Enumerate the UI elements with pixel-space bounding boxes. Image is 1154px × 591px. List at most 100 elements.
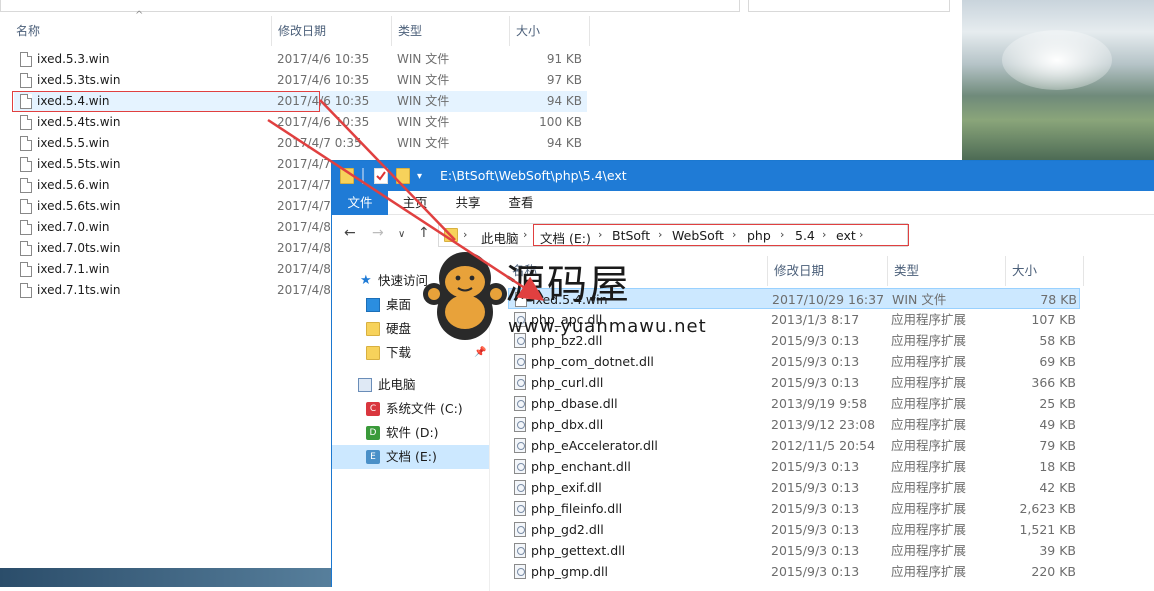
back-arrow-icon[interactable]: ← [344, 225, 356, 241]
list-item[interactable]: php_gmp.dll 2015/9/3 0:13 应用程序扩展 220 KB [508, 561, 1080, 582]
pin-icon[interactable]: 📌 [474, 341, 486, 365]
chevron-right-icon[interactable]: › [859, 228, 863, 241]
column-type[interactable]: 类型 [888, 256, 1006, 286]
nav-drive-e[interactable]: E 文档 (E:) [332, 445, 489, 469]
file-date: 2013/1/3 8:17 [771, 312, 860, 327]
dll-file-icon [514, 354, 526, 369]
nav-drive-d[interactable]: D 软件 (D:) [332, 421, 489, 445]
properties-icon[interactable] [374, 168, 388, 184]
file-type: WIN 文件 [397, 115, 450, 129]
file-size: 18 KB [1039, 459, 1076, 474]
nav-this-pc[interactable]: 此电脑 [332, 373, 489, 397]
list-item[interactable]: ixed.5.4ts.win 2017/4/6 10:35 WIN 文件 100 KB [14, 112, 587, 133]
list-item[interactable]: php_gettext.dll 2015/9/3 0:13 应用程序扩展 39 KB [508, 540, 1080, 561]
file-date: 2017/4/8 [277, 220, 331, 234]
list-item[interactable]: php_eAccelerator.dll 2012/11/5 20:54 应用程序扩… [508, 435, 1080, 456]
bg-column-size[interactable]: 大小 [510, 16, 590, 46]
file-name: ixed.5.5.win [37, 136, 110, 150]
file-name: php_gd2.dll [531, 522, 604, 537]
file-icon [20, 115, 32, 130]
chevron-right-icon[interactable]: › [822, 228, 826, 241]
file-icon [20, 220, 32, 235]
background-search-box[interactable] [748, 0, 950, 12]
folder-icon [444, 228, 458, 242]
breadcrumb-btsoft[interactable]: BtSoft [612, 228, 650, 243]
file-name: ixed.7.1ts.win [37, 283, 121, 297]
drive-icon: C [366, 402, 380, 416]
file-date: 2017/4/7 [277, 178, 331, 192]
dll-file-icon [514, 543, 526, 558]
drive-icon: E [366, 450, 380, 464]
desktop-icon [366, 298, 380, 312]
breadcrumb-this-pc[interactable]: 此电脑 [481, 228, 519, 247]
forward-arrow-icon[interactable]: → [372, 225, 384, 241]
desktop-wallpaper-strip [0, 568, 333, 587]
divider [362, 168, 364, 184]
nav-downloads[interactable]: 下载 📌 [332, 341, 489, 365]
column-size[interactable]: 大小 [1006, 256, 1084, 286]
file-name: php_enchant.dll [531, 459, 631, 474]
file-name: php_dbx.dll [531, 417, 604, 432]
chevron-right-icon[interactable]: › [463, 228, 467, 241]
file-name: ixed.5.5ts.win [37, 157, 121, 171]
window-title: E:\BtSoft\WebSoft\php\5.4\ext [440, 168, 627, 183]
file-name: php_curl.dll [531, 375, 604, 390]
list-item[interactable]: php_fileinfo.dll 2015/9/3 0:13 应用程序扩展 2,623… [508, 498, 1080, 519]
list-item[interactable]: php_gd2.dll 2015/9/3 0:13 应用程序扩展 1,521 KB [508, 519, 1080, 540]
list-item[interactable]: php_enchant.dll 2015/9/3 0:13 应用程序扩展 18 KB [508, 456, 1080, 477]
list-item[interactable]: php_dbase.dll 2013/9/19 9:58 应用程序扩展 25 KB [508, 393, 1080, 414]
file-icon [20, 262, 32, 277]
chevron-right-icon[interactable]: › [598, 228, 602, 241]
file-type: 应用程序扩展 [891, 564, 967, 579]
customize-quick-access-icon[interactable]: ▾ [417, 171, 431, 187]
list-item[interactable]: ixed.5.3.win 2017/4/6 10:35 WIN 文件 91 KB [14, 49, 587, 70]
up-arrow-icon[interactable]: ↑ [418, 225, 430, 241]
file-size: 94 KB [546, 136, 582, 150]
nav-drive-c[interactable]: C 系统文件 (C:) [332, 397, 489, 421]
list-item[interactable]: php_com_dotnet.dll 2015/9/3 0:13 应用程序扩展 69 … [508, 351, 1080, 372]
recent-locations-chevron-icon[interactable]: ∨ [398, 229, 405, 240]
file-icon [20, 157, 32, 172]
list-item[interactable]: php_exif.dll 2015/9/3 0:13 应用程序扩展 42 KB [508, 477, 1080, 498]
tab-home[interactable]: 主页 [390, 191, 440, 215]
breadcrumb-5-4[interactable]: 5.4 [795, 228, 815, 243]
file-size: 39 KB [1039, 543, 1076, 558]
file-type: 应用程序扩展 [891, 543, 967, 558]
file-size: 49 KB [1039, 417, 1076, 432]
file-icon [20, 73, 32, 88]
column-date[interactable]: 修改日期 [768, 256, 888, 286]
file-name: php_gettext.dll [531, 543, 626, 558]
breadcrumb-drive-e[interactable]: 文档 (E:) [540, 228, 591, 247]
bg-column-type[interactable]: 类型 [392, 16, 510, 46]
list-item[interactable]: ixed.5.3ts.win 2017/4/6 10:35 WIN 文件 97 KB [14, 70, 587, 91]
tab-share[interactable]: 共享 [442, 191, 494, 215]
file-date: 2015/9/3 0:13 [771, 543, 860, 558]
file-size: 79 KB [1039, 438, 1076, 453]
chevron-right-icon[interactable]: › [780, 228, 784, 241]
list-item[interactable]: ixed.5.5.win 2017/4/7 0:35 WIN 文件 94 KB [14, 133, 587, 154]
ribbon-tabs: 文件 主页 共享 查看 [332, 191, 1154, 215]
chevron-right-icon[interactable]: › [523, 228, 527, 241]
folder-icon [366, 322, 380, 336]
bg-column-date[interactable]: 修改日期 [272, 16, 392, 46]
bg-column-name[interactable]: 名称 [10, 16, 272, 46]
file-date: 2015/9/3 0:13 [771, 564, 860, 579]
tab-view[interactable]: 查看 [496, 191, 546, 215]
breadcrumb-php[interactable]: php [747, 228, 771, 243]
list-item[interactable]: php_dbx.dll 2013/9/12 23:08 应用程序扩展 49 KB [508, 414, 1080, 435]
breadcrumb-ext[interactable]: ext [836, 228, 856, 243]
file-date: 2015/9/3 0:13 [771, 354, 860, 369]
chevron-right-icon[interactable]: › [732, 228, 736, 241]
chevron-right-icon[interactable]: › [658, 228, 662, 241]
breadcrumb-websoft[interactable]: WebSoft [672, 228, 724, 243]
file-size: 78 KB [1040, 292, 1077, 307]
file-size: 97 KB [546, 73, 582, 87]
file-icon [20, 199, 32, 214]
dll-file-icon [514, 564, 526, 579]
title-bar[interactable]: ▾ E:\BtSoft\WebSoft\php\5.4\ext [332, 161, 1154, 191]
tab-file[interactable]: 文件 [332, 191, 388, 215]
new-folder-icon[interactable] [396, 168, 410, 184]
dll-file-icon [514, 396, 526, 411]
list-item[interactable]: php_curl.dll 2015/9/3 0:13 应用程序扩展 366 KB [508, 372, 1080, 393]
background-address-bar[interactable] [0, 0, 740, 12]
